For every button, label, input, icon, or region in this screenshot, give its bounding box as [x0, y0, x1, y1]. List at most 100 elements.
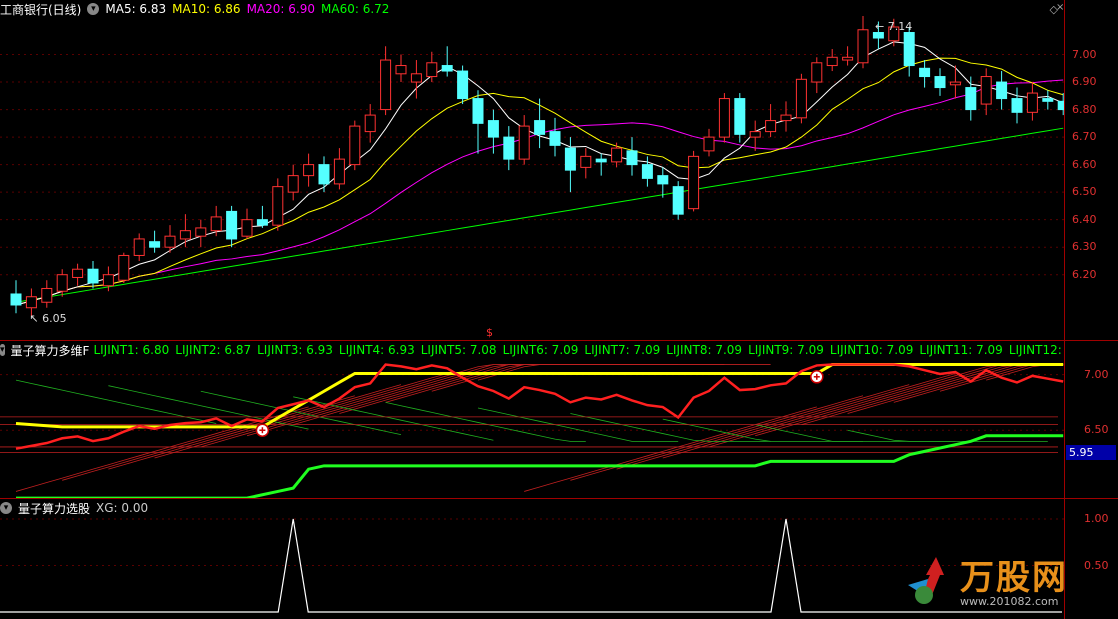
candle-body[interactable]	[965, 87, 977, 111]
indicator2-axis-label: 1.00	[1084, 512, 1109, 525]
candle-body[interactable]	[210, 216, 222, 232]
current-value-box: 5.95	[1066, 445, 1116, 460]
candle-body[interactable]	[549, 131, 561, 146]
price-axis-label: 6.50	[1072, 185, 1097, 199]
candle-body[interactable]	[934, 76, 946, 89]
price-axis-label: 6.20	[1072, 267, 1097, 281]
price-axis-label: 6.60	[1072, 157, 1097, 171]
candle-body[interactable]	[795, 78, 807, 119]
high-label: ← 7.14	[875, 20, 912, 33]
price-axis-label: 6.80	[1072, 102, 1097, 116]
candle-body[interactable]	[857, 29, 869, 64]
candle-body[interactable]	[780, 114, 792, 122]
candle-body[interactable]	[564, 147, 576, 171]
lijint-ribbon	[616, 384, 910, 470]
price-axis-label: 6.30	[1072, 240, 1097, 254]
candle-body[interactable]	[949, 81, 961, 86]
candle-body[interactable]	[303, 164, 315, 177]
lijint-ribbon-green	[570, 413, 771, 442]
candle-body[interactable]	[688, 155, 700, 210]
candle-body[interactable]	[672, 186, 684, 215]
lijint-ribbon	[431, 364, 725, 392]
candle-body[interactable]	[872, 32, 884, 39]
candle-body[interactable]	[503, 136, 515, 160]
lijint-chart[interactable]	[0, 341, 1064, 498]
price-axis-label: 7.00	[1072, 47, 1097, 61]
candle-body[interactable]	[1042, 98, 1054, 102]
lijint-ribbon-green	[385, 402, 586, 442]
candle-body[interactable]	[487, 120, 499, 138]
candle-body[interactable]	[996, 81, 1008, 100]
price-chart[interactable]: ← 7.14 ↖ 6.05 $	[0, 0, 1064, 338]
lijint-ribbon	[385, 364, 679, 403]
candle-body[interactable]	[241, 219, 253, 237]
candle-body[interactable]	[256, 219, 268, 226]
candle-body[interactable]	[919, 67, 931, 78]
candle-body[interactable]	[457, 70, 469, 100]
candle-body[interactable]	[72, 268, 84, 278]
price-axis-label: 6.40	[1072, 212, 1097, 226]
candle-body[interactable]	[364, 114, 376, 133]
price-axis-label: 6.70	[1072, 130, 1097, 144]
candle-body[interactable]	[118, 254, 130, 281]
candle-body[interactable]	[195, 227, 207, 237]
ma60-line	[15, 127, 1064, 303]
signal-circle-icon[interactable]	[255, 423, 270, 437]
candle-body[interactable]	[626, 150, 638, 166]
candle-body[interactable]	[41, 287, 53, 303]
candle-body[interactable]	[426, 62, 438, 78]
candle-body[interactable]	[380, 59, 392, 111]
candle-body[interactable]	[518, 125, 530, 160]
candle-body[interactable]	[903, 32, 915, 67]
candle-body[interactable]	[287, 175, 299, 193]
candle-body[interactable]	[395, 65, 407, 75]
candle-body[interactable]	[811, 62, 823, 83]
lijint-top-band	[15, 363, 1064, 429]
indicator1-axis-label: 7.00	[1084, 367, 1109, 381]
candle-body[interactable]	[1011, 98, 1023, 113]
candle-body[interactable]	[226, 210, 238, 240]
candle-body[interactable]	[703, 136, 715, 152]
candle-body[interactable]	[472, 98, 484, 124]
candle-body[interactable]	[580, 155, 592, 168]
candle-body[interactable]	[333, 158, 345, 185]
candle-body[interactable]	[102, 274, 114, 287]
candle-body[interactable]	[641, 164, 653, 179]
candle-body[interactable]	[164, 235, 176, 248]
candle-body[interactable]	[441, 65, 453, 72]
lijint-ribbon	[801, 364, 1064, 426]
low-label: ↖ 6.05	[29, 312, 66, 325]
candle-body[interactable]	[734, 98, 746, 135]
signal-circle-icon[interactable]	[810, 370, 824, 384]
candle-body[interactable]	[179, 230, 191, 240]
candle-body[interactable]	[272, 186, 284, 226]
candle-body[interactable]	[842, 56, 854, 61]
indicator-pane-1[interactable]: ▾ 量子算力多维F LIJINT1: 6.80 LIJINT2: 6.87 LIJI…	[0, 341, 1118, 498]
candle-body[interactable]	[87, 268, 99, 284]
candle-body[interactable]	[318, 164, 330, 185]
candle-body[interactable]	[149, 241, 161, 248]
candle-body[interactable]	[1026, 92, 1038, 113]
candle-body[interactable]	[718, 98, 730, 138]
brand-name: 万股网	[960, 558, 1068, 598]
candle-body[interactable]	[410, 73, 422, 83]
price-pane[interactable]: 工商银行(日线) ▾ MA5: 6.83 MA10: 6.86 MA20: 6.90…	[0, 0, 1118, 340]
candle-body[interactable]	[534, 120, 546, 135]
candle-body[interactable]	[56, 274, 68, 292]
signal-marker: $	[486, 326, 493, 338]
candle-body[interactable]	[765, 120, 777, 133]
candle-body[interactable]	[133, 238, 145, 256]
candle-body[interactable]	[657, 175, 669, 185]
candle-body[interactable]	[10, 293, 22, 306]
lijint-ribbon	[893, 364, 1064, 403]
candle-body[interactable]	[595, 158, 607, 163]
candle-body[interactable]	[349, 125, 361, 166]
ma10-line	[15, 57, 1064, 306]
candle-body[interactable]	[611, 147, 623, 163]
candle-body[interactable]	[980, 76, 992, 105]
candle-body[interactable]	[25, 296, 37, 309]
price-axis-label: 6.90	[1072, 75, 1097, 89]
candle-body[interactable]	[826, 56, 838, 67]
candle-body[interactable]	[749, 131, 761, 138]
lijint-ribbon-green	[293, 396, 494, 441]
